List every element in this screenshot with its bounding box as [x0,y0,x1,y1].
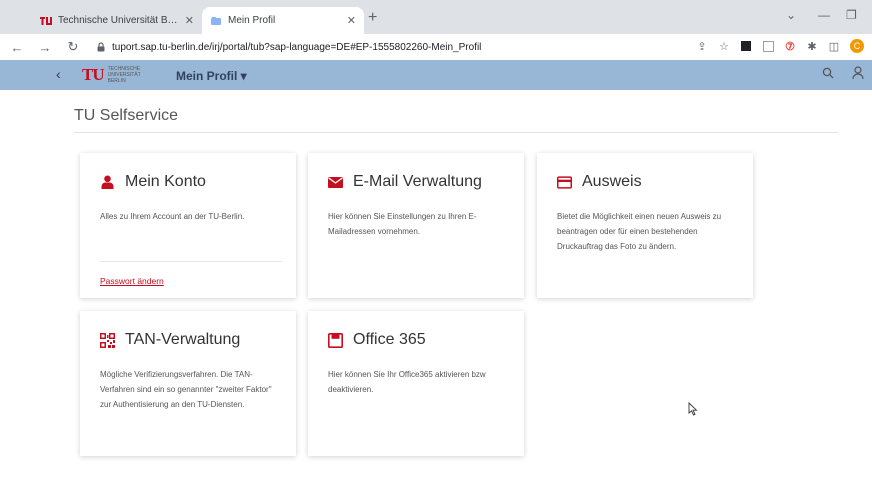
tab-title: Mein Profil [228,15,276,26]
tile-description: Hier können Sie Ihr Office365 aktivieren… [328,370,486,394]
extension-black-icon[interactable] [740,40,752,52]
new-tab-button[interactable]: + [368,9,377,27]
extension-red-icon[interactable]: ⑦ [784,40,796,53]
restore-icon[interactable]: ❐ [846,8,857,22]
tile-description: Hier können Sie Einstellungen zu Ihren E… [328,212,477,236]
extensions-puzzle-icon[interactable]: ✱ [806,40,818,53]
person-icon [100,175,115,190]
divider [74,132,838,133]
id-card-icon [557,175,572,190]
address-bar[interactable]: tuport.sap.tu-berlin.de/irj/portal/tub?s… [96,37,696,57]
page-content: TU Selfservice Mein Konto Alles zu Ihrem… [0,90,872,480]
tab-search-icon[interactable]: ⌄ [786,8,796,22]
tile-office-365[interactable]: Office 365 Hier können Sie Ihr Office365… [308,311,524,456]
url-text: tuport.sap.tu-berlin.de/irj/portal/tub?s… [112,41,482,53]
tab-close-icon[interactable]: ✕ [185,14,194,27]
portal-header: ‹ TU Technische Universität Berlin Mein … [0,60,872,90]
extension-grey-icon[interactable] [762,40,774,52]
tab-close-icon[interactable]: ✕ [347,14,356,27]
envelope-icon [328,175,343,190]
tile-title: Ausweis [582,173,642,190]
change-password-link[interactable]: Passwort ändern [100,276,164,286]
tile-divider [100,261,282,262]
tab-tu-berlin[interactable]: Technische Universität Berlin ✕ [32,7,202,34]
tile-title: Office 365 [353,331,426,348]
tab-strip: Technische Universität Berlin ✕ Mein Pro… [0,0,872,34]
tu-logo-text: Technische Universität Berlin [107,66,141,84]
browser-window: Technische Universität Berlin ✕ Mein Pro… [0,0,872,480]
qr-code-icon [100,332,115,348]
tu-logo-mark: TU [82,65,105,84]
tile-mein-konto[interactable]: Mein Konto Alles zu Ihrem Account an der… [80,153,296,298]
tu-favicon-icon [40,16,52,25]
tab-mein-profil[interactable]: Mein Profil ✕ [202,7,364,34]
mouse-pointer-icon [688,402,698,416]
tab-title: Technische Universität Berlin [58,15,179,26]
tu-logo[interactable]: TU Technische Universität Berlin [82,65,141,85]
tile-description: Alles zu Ihrem Account an der TU-Berlin. [100,212,245,221]
tile-description: Mögliche Verifizierungsverfahren. Die TA… [100,370,272,409]
search-icon[interactable] [822,67,834,82]
user-icon[interactable] [852,66,864,83]
browser-toolbar: ← → ↻ tuport.sap.tu-berlin.de/irj/portal… [0,34,872,60]
tile-title: Mein Konto [125,173,206,190]
side-panel-icon[interactable]: ◫ [828,40,840,53]
lock-icon [97,42,105,52]
back-chevron-icon[interactable]: ‹ [56,66,61,82]
bookmark-star-icon[interactable]: ☆ [718,40,730,53]
share-icon[interactable]: ⇪ [696,40,708,53]
back-arrow-icon[interactable]: ← [8,40,26,55]
tile-title: E-Mail Verwaltung [353,173,482,190]
profile-avatar[interactable]: C [850,39,864,53]
reload-icon[interactable]: ↻ [64,39,82,55]
tile-email-verwaltung[interactable]: E-Mail Verwaltung Hier können Sie Einste… [308,153,524,298]
forward-arrow-icon[interactable]: → [36,40,54,55]
tile-ausweis[interactable]: Ausweis Bietet die Möglichkeit einen neu… [537,153,753,298]
section-title: TU Selfservice [74,107,179,124]
page-favicon-icon [211,16,221,25]
minimize-icon[interactable]: — [818,8,830,22]
office-icon [328,332,343,348]
tile-title: TAN-Verwaltung [125,331,241,348]
toolbar-icons: ⇪ ☆ ⑦ ✱ ◫ C [696,39,864,53]
profile-menu-dropdown[interactable]: Mein Profil ▾ [176,69,247,83]
tile-description: Bietet die Möglichkeit einen neuen Auswe… [557,212,722,251]
tile-tan-verwaltung[interactable]: TAN-Verwaltung Mögliche Verifizierungsve… [80,311,296,456]
